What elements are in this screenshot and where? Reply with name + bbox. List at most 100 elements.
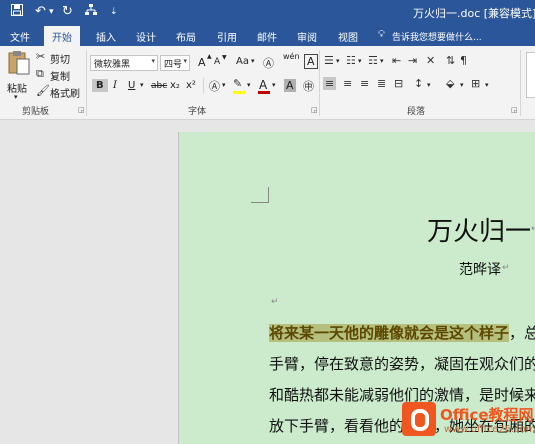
line-spacing-icon[interactable]: ↕ <box>414 77 423 90</box>
character-border-button[interactable]: A <box>304 54 318 69</box>
lightbulb-icon: 💡︎ <box>378 29 385 40</box>
text-effects-icon[interactable]: Ⓐ <box>209 78 220 94</box>
bullets-icon[interactable]: ☰ <box>324 54 334 67</box>
cut-button[interactable]: 剪切 <box>50 51 70 66</box>
justify-icon[interactable]: ≣ <box>377 77 386 90</box>
styles-gallery[interactable] <box>526 52 535 98</box>
superscript-button[interactable]: x² <box>186 80 196 91</box>
title-bar: ↶ ▾ ↻ ⇣ 万火归一.doc [兼容模式] - W <box>0 0 535 26</box>
office-logo-icon <box>402 402 436 436</box>
paragraph-launcher-icon[interactable]: ◲ <box>511 106 518 114</box>
group-divider <box>520 50 521 116</box>
paste-dropdown-icon: ▾ <box>14 93 18 101</box>
text-line-2: 手臂，停在致意的姿势，凝固在观众们的欢 <box>269 355 535 373</box>
scissors-icon: ✂ <box>36 50 46 63</box>
font-name-select[interactable]: 微软雅黑 ▾ <box>90 55 158 71</box>
tree-icon[interactable] <box>85 4 97 20</box>
font-size-value: 四号 <box>164 60 183 70</box>
highlighted-text: 将来某一天他的雕像就会是这个样子 <box>269 324 510 342</box>
align-center-icon[interactable]: ≡ <box>343 77 352 90</box>
font-color-button[interactable]: A <box>259 78 267 92</box>
chevron-down-icon: ▾ <box>460 81 464 89</box>
paste-button[interactable]: 粘贴 ▾ <box>6 50 32 102</box>
format-painter-icon: 🖌︎ <box>36 84 50 97</box>
font-size-select[interactable]: 四号 ▾ <box>160 55 190 71</box>
clipboard-launcher-icon[interactable]: ◲ <box>78 106 85 114</box>
chevron-down-icon: ▾ <box>222 81 226 89</box>
chevron-down-icon: ▾ <box>272 81 276 89</box>
borders-icon[interactable]: ⊞ <box>471 77 480 90</box>
chinese-layout-icon[interactable]: ✕ <box>426 54 435 67</box>
paragraph-mark: ↵ <box>271 297 279 307</box>
chevron-down-icon: ▾ <box>336 57 340 65</box>
text-line-1: 将来某一天他的雕像就会是这个样子，总督 <box>269 322 535 343</box>
grow-font-button[interactable]: A <box>198 56 206 69</box>
undo-dropdown-icon[interactable]: ▾ <box>49 7 54 17</box>
tab-home[interactable]: 开始 <box>44 26 80 46</box>
document-author: 范晔译 <box>459 262 501 278</box>
highlight-color-swatch <box>233 91 245 94</box>
shrink-font-button[interactable]: A <box>214 57 220 67</box>
bold-button[interactable]: B <box>92 79 108 92</box>
change-case-button[interactable]: Aa <box>236 56 249 67</box>
copy-button[interactable]: 复制 <box>50 68 70 83</box>
subscript-button[interactable]: x₂ <box>170 80 180 91</box>
tab-view[interactable]: 视图 <box>338 29 358 44</box>
align-left-icon[interactable]: ≡ <box>323 77 337 90</box>
chevron-down-icon: ▾ <box>247 81 251 89</box>
numbering-icon[interactable]: ☷ <box>346 54 356 67</box>
copy-icon: ⧉ <box>36 67 44 80</box>
ribbon-tabs: 文件 开始 插入 设计 布局 引用 邮件 审阅 视图 💡︎ 告诉我您想要做什么.… <box>0 26 535 46</box>
text-continuation: ，总督 <box>509 324 535 342</box>
customize-quick-access-icon[interactable]: ⇣ <box>110 7 118 17</box>
save-icon[interactable] <box>11 4 23 20</box>
shrink-font-arrow-icon: ▼ <box>222 54 227 61</box>
phonetic-guide-button[interactable]: wén <box>283 52 300 61</box>
margin-corner-mark <box>251 187 269 203</box>
chevron-down-icon: ▾ <box>140 81 144 89</box>
tab-file[interactable]: 文件 <box>10 29 30 44</box>
paragraph-mark: ↵ <box>502 263 510 273</box>
increase-indent-icon[interactable]: ⇥ <box>408 54 417 67</box>
underline-button[interactable]: U <box>128 80 135 91</box>
tab-references[interactable]: 引用 <box>217 29 237 44</box>
document-workspace: 万火归一 ↵ 范晔译 ↵ ↵ 将来某一天他的雕像就会是这个样子，总督 手臂，停在… <box>0 120 535 444</box>
redo-icon[interactable]: ↻ <box>62 4 73 19</box>
align-right-icon[interactable]: ≡ <box>360 77 369 90</box>
chevron-down-icon: ▾ <box>380 57 384 65</box>
tell-me-search[interactable]: 告诉我您想要做什么... <box>392 30 482 43</box>
tab-insert[interactable]: 插入 <box>96 29 116 44</box>
paragraph-mark: ↵ <box>531 224 535 234</box>
sort-icon[interactable]: ⇅ <box>446 54 455 67</box>
chevron-down-icon: ▾ <box>251 57 255 65</box>
chevron-down-icon: ▾ <box>151 57 155 65</box>
grow-font-arrow-icon: ▲ <box>207 53 212 60</box>
highlighter-icon[interactable]: ✎ <box>233 77 242 90</box>
chevron-down-icon: ▾ <box>183 57 187 65</box>
document-title-heading: 万火归一 <box>427 217 532 247</box>
character-shading-button[interactable]: A <box>284 79 296 92</box>
strikethrough-button[interactable]: abc <box>151 81 167 91</box>
group-divider <box>319 50 320 116</box>
multilevel-list-icon[interactable]: ☶ <box>368 54 378 67</box>
watermark-url: www.office26.com <box>444 424 535 435</box>
undo-icon[interactable]: ↶ <box>35 4 46 19</box>
tab-layout[interactable]: 布局 <box>176 29 196 44</box>
tab-design[interactable]: 设计 <box>136 29 156 44</box>
clipboard-icon <box>8 51 30 75</box>
font-launcher-icon[interactable]: ◲ <box>311 106 318 114</box>
tab-mailings[interactable]: 邮件 <box>257 29 277 44</box>
enclose-characters-icon[interactable]: ㊥ <box>303 78 314 94</box>
site-watermark: Office教程网 www.office26.com <box>402 398 535 444</box>
format-painter-button[interactable]: 格式刷 <box>50 85 80 100</box>
distributed-icon[interactable]: ⊟ <box>394 77 403 90</box>
italic-button[interactable]: I <box>113 80 117 91</box>
clear-formatting-icon[interactable]: Ⓐ <box>263 55 274 71</box>
tab-review[interactable]: 审阅 <box>297 29 317 44</box>
ribbon-home: 粘贴 ▾ ✂ 剪切 ⧉ 复制 🖌︎ 格式刷 剪贴板 ◲ 微软雅黑 ▾ 四号 ▾ … <box>0 46 535 120</box>
decrease-indent-icon[interactable]: ⇤ <box>392 54 401 67</box>
shading-icon[interactable]: ⬙ <box>446 77 454 90</box>
font-color-swatch <box>258 91 270 94</box>
show-hide-marks-icon[interactable]: ¶ <box>460 54 467 67</box>
chevron-down-icon: ▾ <box>427 81 431 89</box>
